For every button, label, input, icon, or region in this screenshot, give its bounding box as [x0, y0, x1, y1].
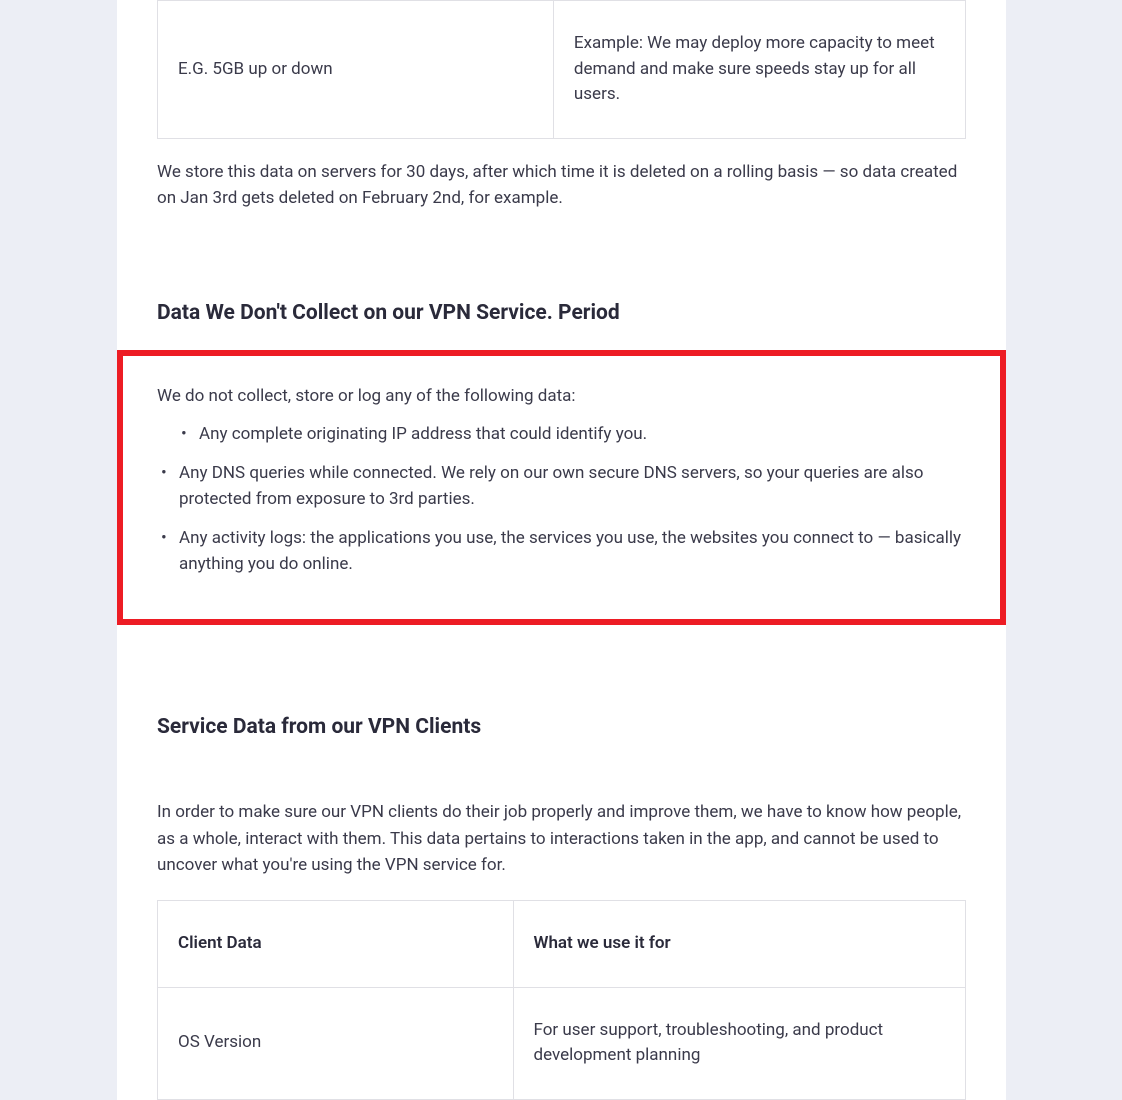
list-item: Any complete originating IP address that… [157, 422, 966, 448]
table-cell-os-version-use: For user support, troubleshooting, and p… [513, 987, 965, 1099]
table-header-row: Client Data What we use it for [158, 901, 966, 988]
section-heading-service-data: Service Data from our VPN Clients [157, 715, 966, 739]
list-item: Any activity logs: the applications you … [157, 526, 966, 577]
no-collect-intro: We do not collect, store or log any of t… [157, 384, 966, 410]
no-collect-list: Any complete originating IP address that… [157, 422, 966, 578]
table-cell-example-right: Example: We may deploy more capacity to … [553, 1, 965, 139]
list-item: Any DNS queries while connected. We rely… [157, 461, 966, 512]
highlighted-no-collect-box: We do not collect, store or log any of t… [117, 350, 1006, 625]
storage-retention-paragraph: We store this data on servers for 30 day… [157, 159, 966, 212]
table-row: OS Version For user support, troubleshoo… [158, 987, 966, 1099]
table-row: E.G. 5GB up or down Example: We may depl… [158, 1, 966, 139]
table-header-client-data: Client Data [158, 901, 514, 988]
section-heading-no-collect: Data We Don't Collect on our VPN Service… [157, 301, 966, 325]
client-data-table: Client Data What we use it for OS Versio… [157, 900, 966, 1100]
table-cell-example-left: E.G. 5GB up or down [158, 1, 554, 139]
table-header-use: What we use it for [513, 901, 965, 988]
data-collection-table: E.G. 5GB up or down Example: We may depl… [157, 0, 966, 139]
document-content: E.G. 5GB up or down Example: We may depl… [117, 0, 1006, 1100]
service-data-intro: In order to make sure our VPN clients do… [157, 799, 966, 878]
table-cell-os-version: OS Version [158, 987, 514, 1099]
